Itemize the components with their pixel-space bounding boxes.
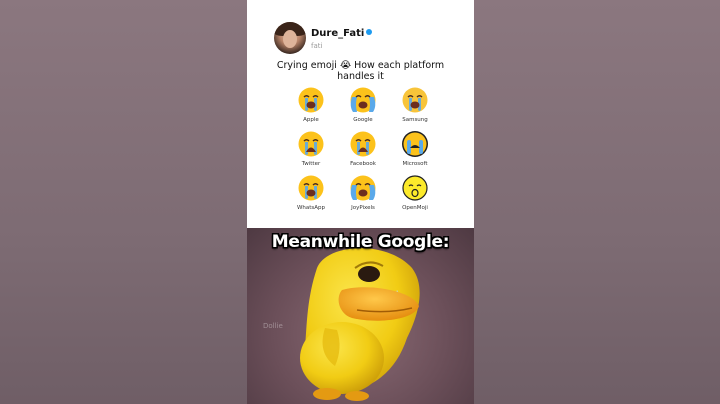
crying-duck-image — [300, 248, 420, 401]
platform-label: Google — [353, 117, 373, 123]
verified-badge-icon — [366, 29, 373, 35]
platform-label: Samsung — [402, 117, 428, 123]
crying-face-icon — [402, 175, 428, 201]
emoji-cell: Twitter — [285, 130, 337, 170]
post-caption: Crying emoji 😭 How each platform handles… — [276, 60, 445, 82]
platform-label: WhatsApp — [296, 205, 326, 211]
crying-face-icon — [402, 87, 428, 113]
avatar[interactable] — [274, 22, 306, 54]
crying-face-icon — [298, 175, 324, 201]
platform-label: Facebook — [350, 161, 376, 167]
platform-label: Apple — [303, 117, 319, 123]
emoji-cell: Facebook — [337, 130, 389, 170]
user-handle: fati — [311, 42, 323, 50]
platform-label: Twitter — [301, 161, 321, 167]
username[interactable]: Dure_Fati — [311, 28, 373, 39]
emoji-cell: Samsung — [389, 86, 441, 126]
crying-face-icon — [350, 175, 376, 201]
platform-label: JoyPixels — [351, 205, 375, 211]
background-right — [474, 0, 720, 404]
emoji-grid: Apple Google Samsung Twitter Facebook Mi… — [285, 86, 441, 214]
crying-face-icon — [402, 131, 428, 157]
watermark: Dollie — [263, 322, 283, 330]
platform-label: Microsoft — [402, 161, 428, 167]
emoji-cell: Google — [337, 86, 389, 126]
crying-face-icon — [350, 87, 376, 113]
short-video-frame: Dure_Fati fati Crying emoji 😭 How each p… — [247, 0, 474, 404]
crying-face-icon — [298, 131, 324, 157]
emoji-cell: WhatsApp — [285, 174, 337, 214]
meme-caption: Meanwhile Google: — [271, 232, 450, 252]
emoji-cell: JoyPixels — [337, 174, 389, 214]
emoji-cell: OpenMoji — [389, 174, 441, 214]
username-text: Dure_Fati — [311, 28, 365, 39]
background-left — [0, 0, 247, 404]
emoji-cell: Microsoft — [389, 130, 441, 170]
meme-image: Meanwhile Google: Dollie — [247, 228, 474, 404]
platform-label: OpenMoji — [402, 205, 428, 211]
tweet-card: Dure_Fati fati Crying emoji 😭 How each p… — [247, 0, 474, 228]
emoji-cell: Apple — [285, 86, 337, 126]
crying-face-icon — [350, 131, 376, 157]
crying-face-icon — [298, 87, 324, 113]
